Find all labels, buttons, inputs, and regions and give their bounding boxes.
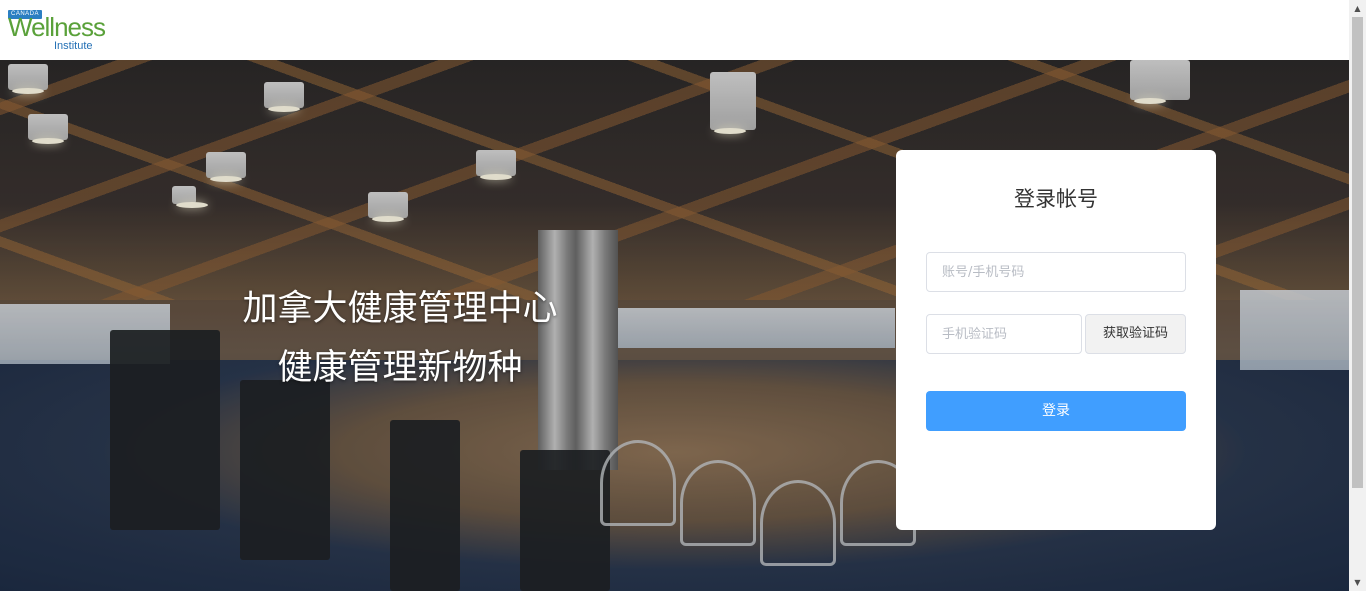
login-card: 登录帐号 获取验证码 登录 xyxy=(896,150,1216,530)
get-code-button[interactable]: 获取验证码 xyxy=(1085,314,1186,354)
scroll-thumb[interactable] xyxy=(1352,17,1363,488)
hero-slogan-line1: 加拿大健康管理中心 xyxy=(242,289,558,329)
vertical-scrollbar[interactable]: ▲ ▼ xyxy=(1349,0,1366,591)
hero-slogan-line2: 健康管理新物种 xyxy=(277,348,523,388)
login-title: 登录帐号 xyxy=(1014,187,1098,211)
scroll-down-icon[interactable]: ▼ xyxy=(1349,574,1366,591)
sms-code-input[interactable] xyxy=(926,314,1082,354)
top-header: CANADA Wellness Institute xyxy=(0,0,1349,60)
logo-institute-text: Institute xyxy=(54,40,93,52)
login-page: CANADA Wellness Institute 加拿大健康管理中心 健康管理… xyxy=(0,0,1366,591)
logo-wellness-text: Wellness xyxy=(8,12,106,42)
wellness-institute-logo[interactable]: CANADA Wellness Institute xyxy=(8,10,108,54)
account-input[interactable] xyxy=(926,252,1186,292)
login-button[interactable]: 登录 xyxy=(926,391,1186,431)
scroll-up-icon[interactable]: ▲ xyxy=(1349,0,1366,17)
